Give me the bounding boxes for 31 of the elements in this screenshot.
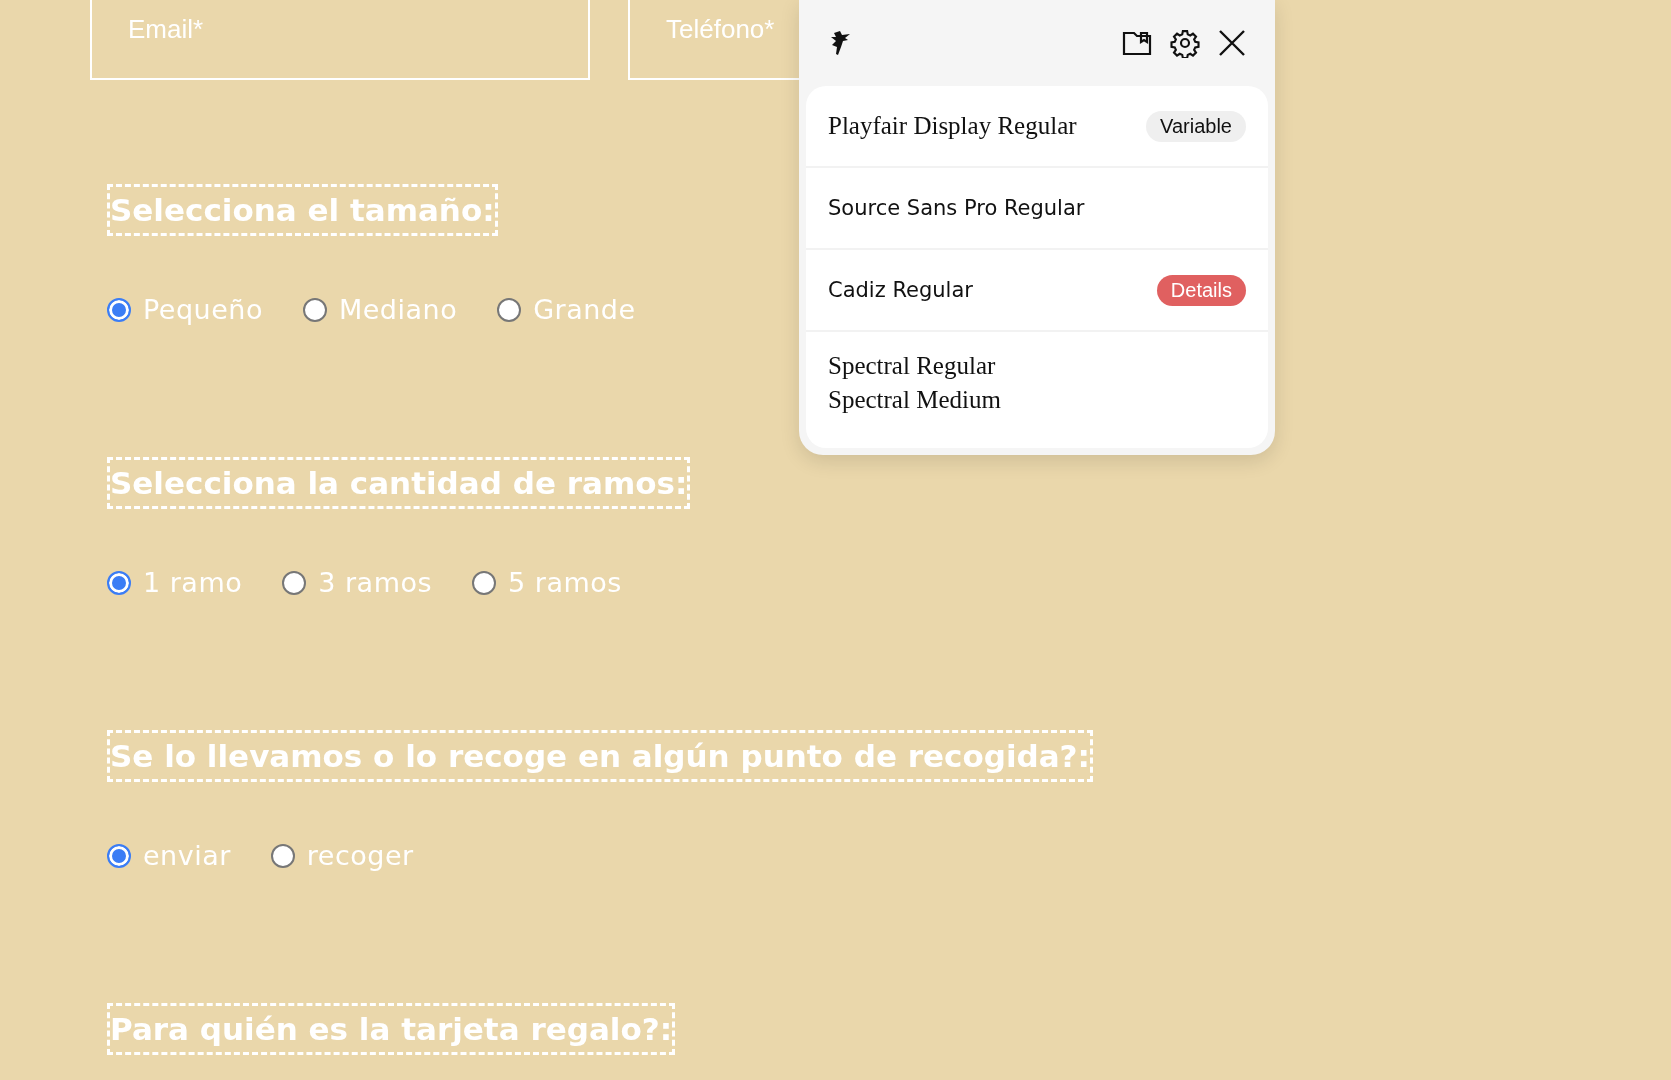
radio-option[interactable]: Pequeño	[107, 294, 263, 325]
radio-icon[interactable]	[282, 570, 307, 595]
font-name[interactable]: Cadiz Regular	[828, 278, 973, 302]
radio-option[interactable]: 1 ramo	[107, 567, 243, 598]
radio-option[interactable]: 3 ramos	[282, 567, 433, 598]
book-icon[interactable]	[1122, 30, 1152, 56]
radio-icon[interactable]	[302, 297, 327, 322]
radio-icon[interactable]	[107, 843, 131, 868]
font-badge[interactable]: Details	[1156, 274, 1246, 306]
font-name[interactable]: Spectral Regular	[828, 352, 1001, 380]
radio-option[interactable]: 5 ramos	[472, 567, 622, 598]
radio-option[interactable]: enviar	[107, 840, 231, 871]
font-name[interactable]: Playfair Display Regular	[828, 112, 1077, 140]
font-name[interactable]: Source Sans Pro Regular	[828, 196, 1085, 220]
radio-option[interactable]: Grande	[497, 294, 636, 325]
question-heading: Se lo llevamos o lo recoge en algún punto de recogida?:	[107, 730, 1093, 782]
input-field[interactable]: Email*	[90, 0, 590, 80]
close-icon[interactable]	[1218, 29, 1246, 57]
radio-icon[interactable]	[472, 570, 497, 595]
question-heading: Selecciona el tamaño:	[107, 184, 498, 236]
question-heading: Para quién es la tarjeta regalo?:	[107, 1003, 676, 1055]
radio-option[interactable]: recoger	[270, 840, 414, 871]
radio-icon[interactable]	[270, 843, 295, 868]
radio-icon[interactable]	[497, 297, 522, 322]
radio-icon[interactable]	[107, 570, 131, 595]
font-badge[interactable]: Variable	[1146, 110, 1246, 142]
radio-option[interactable]: Mediano	[302, 294, 458, 325]
settings-icon[interactable]	[1170, 28, 1200, 58]
question-heading: Selecciona la cantidad de ramos:	[107, 457, 691, 509]
radio-icon[interactable]	[107, 297, 131, 322]
font-name[interactable]: Spectral Medium	[828, 386, 1001, 414]
